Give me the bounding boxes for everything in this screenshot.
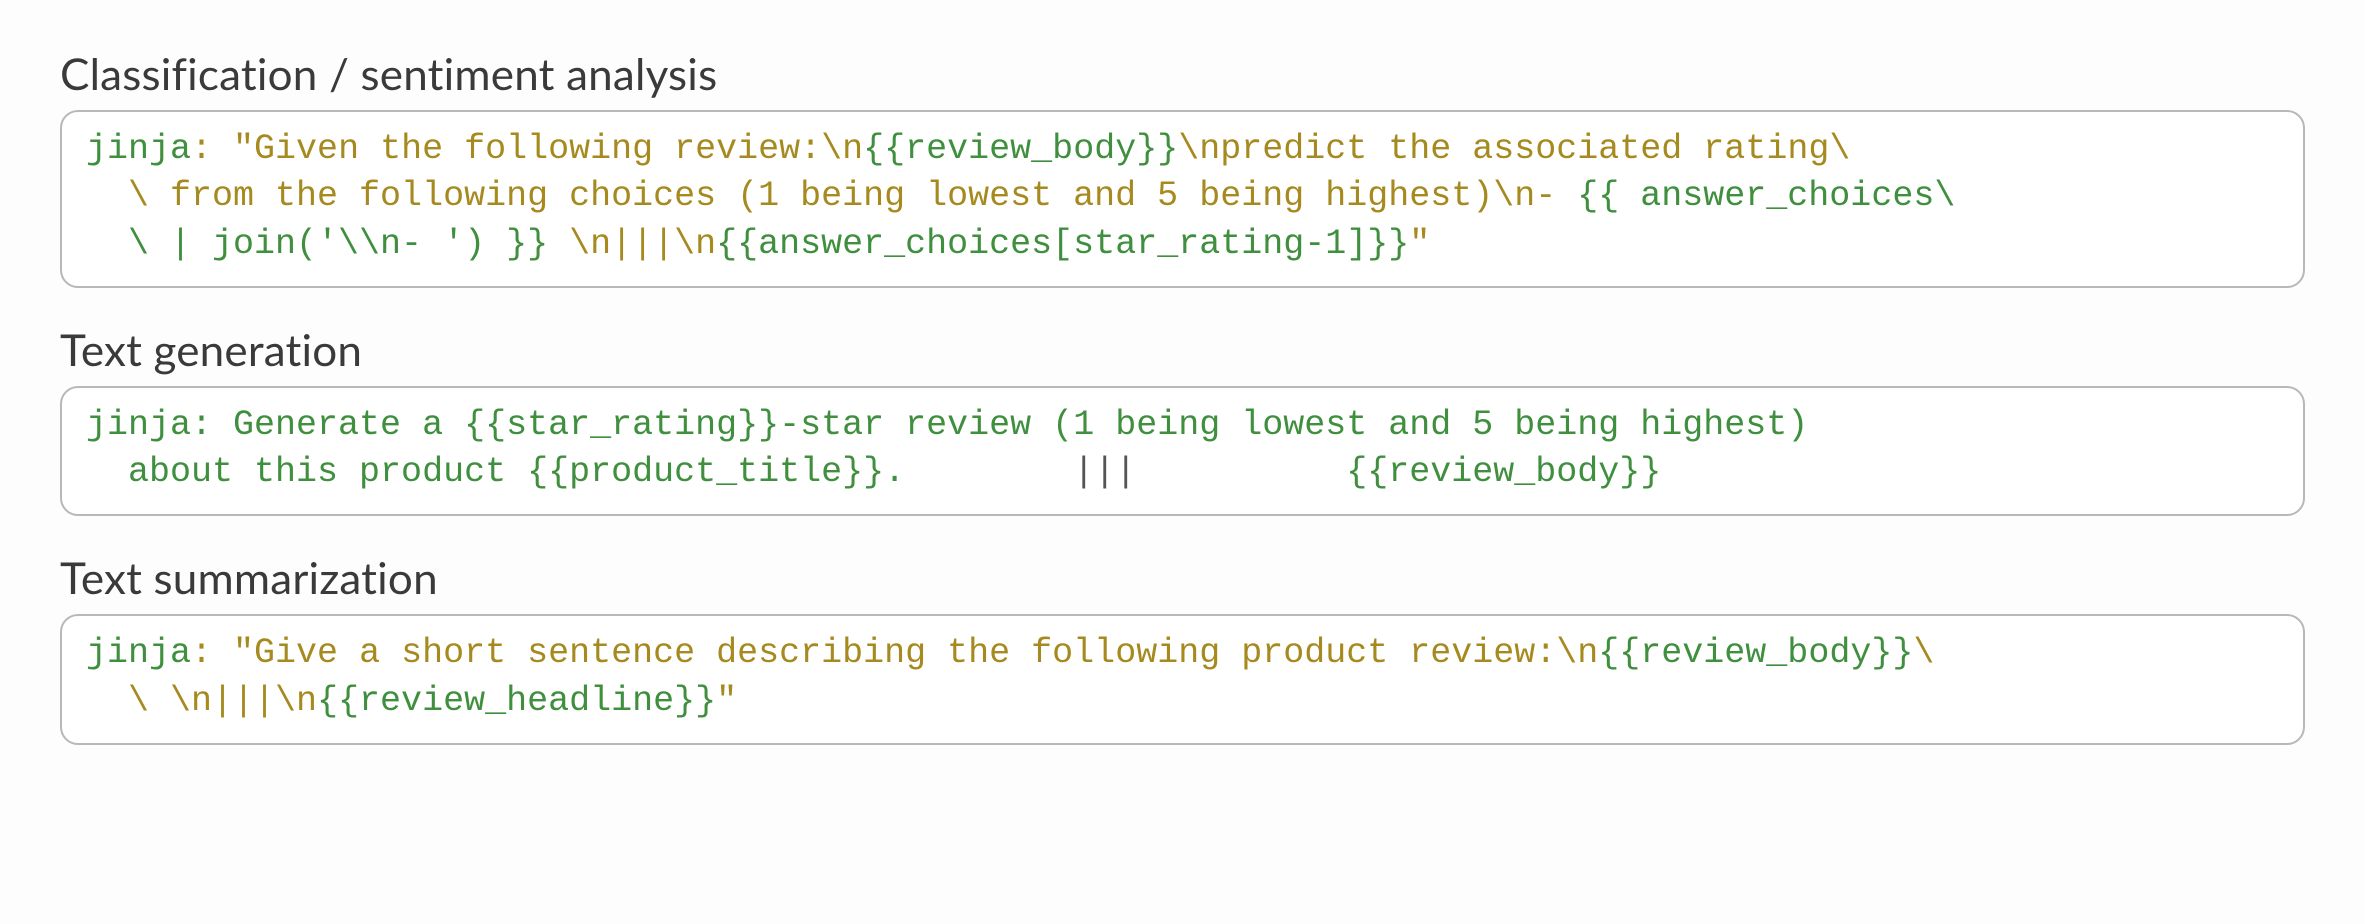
code-box: jinja: Generate a {{star_rating}}-star r… [60, 386, 2305, 517]
code-box: jinja: "Give a short sentence describing… [60, 614, 2305, 745]
code-token: {{review_body}} [1346, 452, 1661, 492]
code-token: {{review_headline}} [317, 681, 716, 721]
code-token: " [1409, 224, 1430, 264]
code-token: " [716, 681, 737, 721]
code-token: "Give a short sentence describing the fo… [233, 633, 1598, 673]
code-token [1136, 452, 1346, 492]
code-token: \n|||\n [548, 224, 716, 264]
section-title: Classification / sentiment analysis [60, 48, 2305, 100]
code-token: : [191, 129, 233, 169]
section-title: Text summarization [60, 552, 2305, 604]
code-token: . [884, 452, 1073, 492]
code-token: jinja [86, 129, 191, 169]
section-title: Text generation [60, 324, 2305, 376]
code-token: {{review_body}} [1598, 633, 1913, 673]
code-token: {{star_rating}} [464, 405, 779, 445]
code-token: "Given the following review:\n [233, 129, 863, 169]
code-token: jinja [86, 633, 191, 673]
code-token: {{answer_choices[star_rating-1]}} [716, 224, 1409, 264]
template-examples: Classification / sentiment analysis jinja… [60, 48, 2305, 745]
code-token: : [191, 633, 233, 673]
code-token: : Generate a [191, 405, 464, 445]
code-token: jinja [86, 405, 191, 445]
code-box: jinja: "Given the following review:\n{{r… [60, 110, 2305, 288]
code-token: {{review_body}} [863, 129, 1178, 169]
code-token: {{product_title}} [527, 452, 884, 492]
code-token: ||| [1073, 452, 1136, 492]
